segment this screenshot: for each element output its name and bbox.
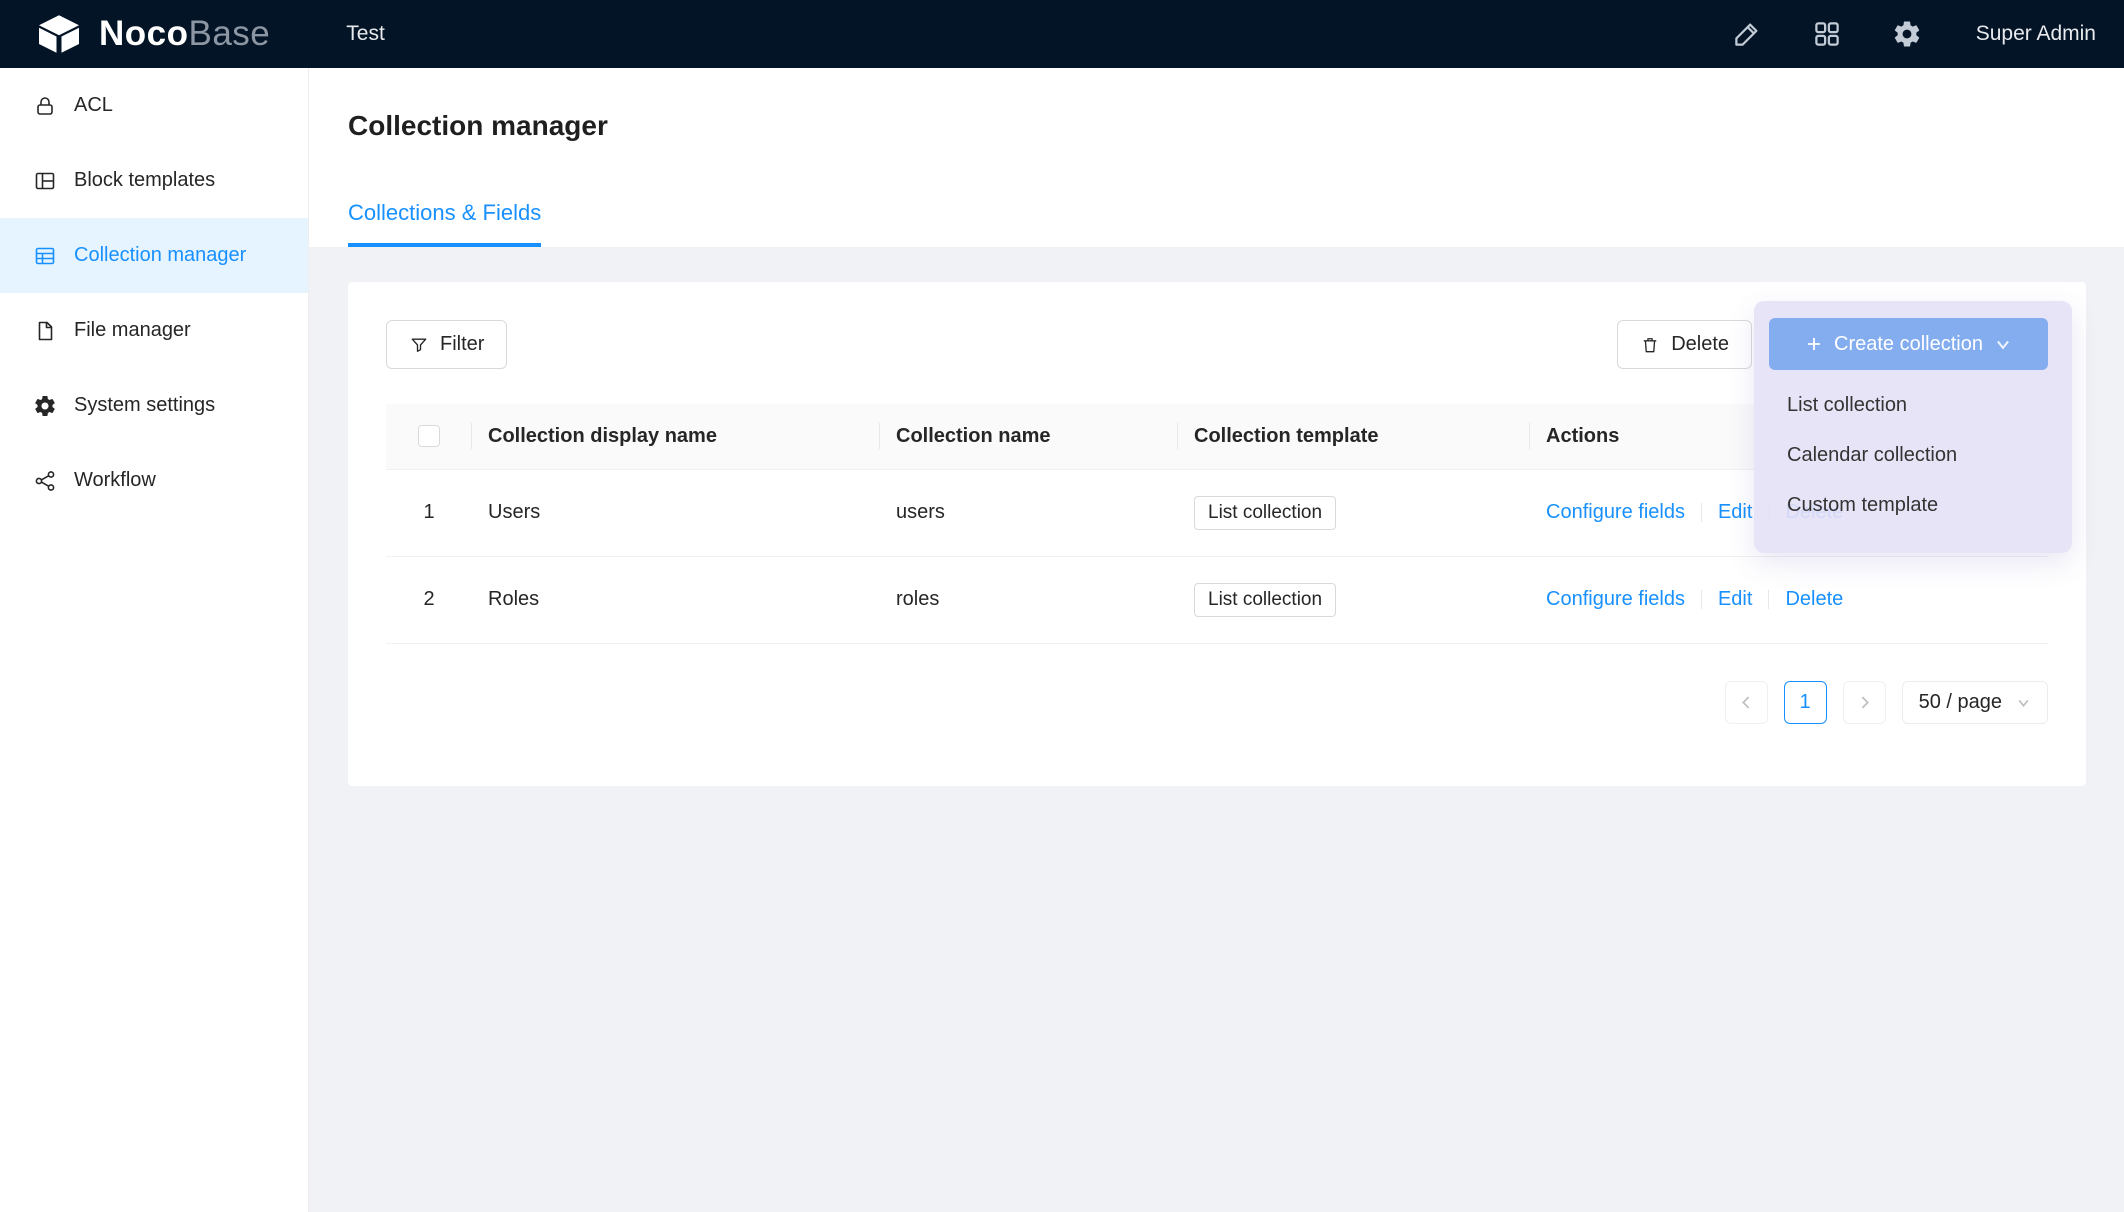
row-actions: Configure fields Edit Delete: [1546, 588, 2032, 611]
page-size-value: 50 / page: [1919, 691, 2002, 714]
tabs-bar: Collections & Fields: [348, 199, 2085, 247]
sidebar-item-acl[interactable]: ACL: [0, 68, 308, 143]
sidebar-item-label: System settings: [74, 394, 215, 417]
main-area: Collection manager Collections & Fields …: [309, 68, 2124, 1212]
settings-gear-icon[interactable]: [1892, 19, 1922, 49]
sidebar-item-label: Workflow: [74, 469, 156, 492]
sidebar-item-label: File manager: [74, 319, 191, 342]
current-user[interactable]: Super Admin: [1976, 22, 2096, 46]
sidebar-item-system-settings[interactable]: System settings: [0, 368, 308, 443]
cell-display-name: Users: [472, 469, 880, 556]
page-number-button[interactable]: 1: [1784, 681, 1827, 724]
topbar: NocoBase Test Super Admin: [0, 0, 2124, 68]
delete-link[interactable]: Delete: [1785, 588, 1843, 611]
gear-icon: [33, 394, 57, 418]
nocobase-logo-icon: [33, 14, 85, 54]
file-icon: [33, 319, 57, 343]
sidebar-item-label: Block templates: [74, 169, 215, 192]
menu-item-custom-template[interactable]: Custom template: [1754, 480, 2072, 530]
next-page-button[interactable]: [1843, 681, 1886, 724]
brand-wordmark: NocoBase: [99, 14, 270, 54]
row-index: 1: [386, 469, 472, 556]
page-title: Collection manager: [348, 108, 2085, 144]
configure-fields-link[interactable]: Configure fields: [1546, 588, 1685, 611]
bulk-delete-button[interactable]: Delete: [1617, 320, 1752, 369]
chevron-down-icon: [2016, 695, 2031, 710]
menu-item-list-collection[interactable]: List collection: [1754, 380, 2072, 430]
table-icon: [33, 244, 57, 268]
prev-page-button[interactable]: [1725, 681, 1768, 724]
sidebar-item-block-templates[interactable]: Block templates: [0, 143, 308, 218]
create-collection-label: Create collection: [1834, 333, 1983, 356]
tab-collections-and-fields[interactable]: Collections & Fields: [348, 199, 541, 247]
create-collection-button[interactable]: Create collection: [1769, 318, 2048, 370]
ui-editor-pen-icon[interactable]: [1732, 19, 1762, 49]
page-header: Collection manager Collections & Fields: [309, 68, 2124, 247]
cell-collection-name: users: [880, 469, 1178, 556]
select-all-checkbox[interactable]: [418, 425, 440, 447]
table-row: 2 Roles roles List collection Configure …: [386, 556, 2048, 643]
lock-icon: [33, 94, 57, 118]
layout-icon: [33, 169, 57, 193]
sidebar-item-label: ACL: [74, 94, 113, 117]
plugins-grid-icon[interactable]: [1812, 19, 1842, 49]
edit-link[interactable]: Edit: [1718, 588, 1752, 611]
template-tag: List collection: [1194, 583, 1336, 617]
action-divider: [1701, 503, 1702, 522]
filter-funnel-icon: [409, 335, 429, 355]
edit-link[interactable]: Edit: [1718, 501, 1752, 524]
sidebar-item-collection-manager[interactable]: Collection manager: [0, 218, 308, 293]
nocobase-logo[interactable]: NocoBase: [0, 14, 270, 54]
sidebar-item-workflow[interactable]: Workflow: [0, 443, 308, 518]
action-divider: [1701, 590, 1702, 609]
sidebar-item-file-manager[interactable]: File manager: [0, 293, 308, 368]
trash-icon: [1640, 335, 1660, 355]
page-size-select[interactable]: 50 / page: [1902, 681, 2048, 724]
collections-card: Filter Delete: [348, 282, 2086, 786]
row-index: 2: [386, 556, 472, 643]
topbar-tab-test[interactable]: Test: [346, 22, 385, 46]
template-tag: List collection: [1194, 496, 1336, 530]
filter-button[interactable]: Filter: [386, 320, 507, 369]
menu-item-calendar-collection[interactable]: Calendar collection: [1754, 430, 2072, 480]
topbar-actions: Super Admin: [1732, 19, 2124, 49]
filter-button-label: Filter: [440, 333, 484, 356]
content-area: Filter Delete: [309, 247, 2124, 821]
pagination: 1 50 / page: [386, 681, 2048, 724]
create-collection-menu: List collection Calendar collection Cust…: [1754, 380, 2072, 530]
header-collection-name: Collection name: [880, 404, 1178, 469]
plus-icon: [1805, 335, 1823, 353]
action-divider: [1768, 590, 1769, 609]
delete-button-label: Delete: [1671, 333, 1729, 356]
configure-fields-link[interactable]: Configure fields: [1546, 501, 1685, 524]
settings-sidebar: ACL Block templates Collect: [0, 68, 309, 1212]
header-collection-display-name: Collection display name: [472, 404, 880, 469]
sidebar-item-label: Collection manager: [74, 244, 246, 267]
chevron-down-icon: [1994, 335, 2012, 353]
cell-display-name: Roles: [472, 556, 880, 643]
create-collection-overlay: Create collection List collection Calend…: [1754, 301, 2072, 553]
header-collection-template: Collection template: [1178, 404, 1530, 469]
cell-collection-name: roles: [880, 556, 1178, 643]
workflow-icon: [33, 469, 57, 493]
